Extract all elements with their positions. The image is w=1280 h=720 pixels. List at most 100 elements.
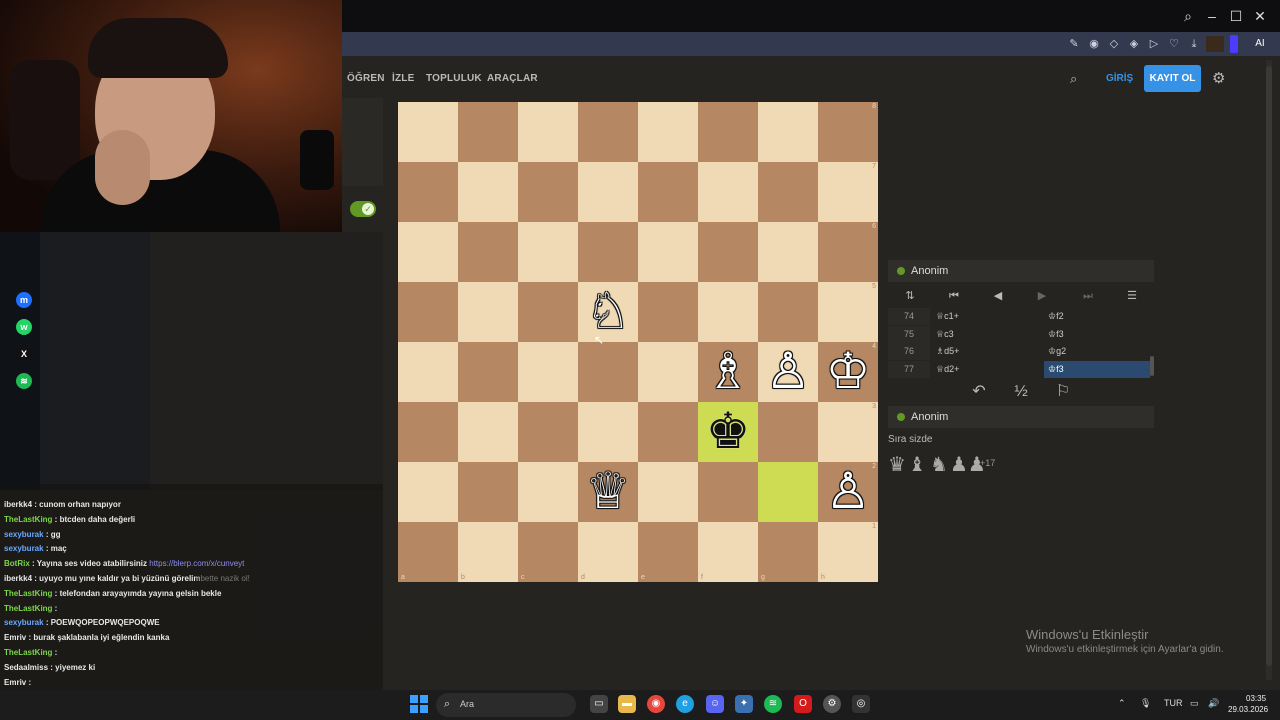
app-icon[interactable]: ✦ xyxy=(735,695,753,713)
shield-icon[interactable]: ◇ xyxy=(1106,36,1122,52)
next-move-icon[interactable]: ▶ xyxy=(1032,288,1052,304)
chess-board[interactable]: 8 7 6 ♘ 5 ♗ ♙ 4 ♔ ♚ 3 ♕ 2 ♙ a b c d e f g 1 h xyxy=(398,102,878,582)
square-a1[interactable]: a xyxy=(398,522,458,582)
square-c4[interactable] xyxy=(518,342,578,402)
maximize-icon[interactable]: ☐ xyxy=(1226,6,1246,26)
download-icon[interactable]: ⤓ xyxy=(1186,36,1202,52)
chess-piece[interactable]: ♔ xyxy=(818,342,878,402)
square-d7[interactable] xyxy=(578,162,638,222)
chat-username[interactable]: TheLastKing xyxy=(4,648,52,657)
search-icon[interactable]: ⌕ xyxy=(1070,71,1086,87)
square-e7[interactable] xyxy=(638,162,698,222)
chat-link[interactable]: https://blerp.com/x/cunveyt xyxy=(149,559,244,568)
settings-toggle[interactable]: ✓ xyxy=(350,201,376,217)
play-icon[interactable]: ▷ xyxy=(1146,36,1162,52)
move-white[interactable]: ♕d2+ xyxy=(936,361,1042,378)
move-white[interactable]: ♗d5+ xyxy=(936,343,1042,360)
chat-username[interactable]: Emriv xyxy=(4,633,26,642)
square-e3[interactable] xyxy=(638,402,698,462)
square-e4[interactable] xyxy=(638,342,698,402)
square-c1[interactable]: c xyxy=(518,522,578,582)
taskbar-date[interactable]: 29.03.2026 xyxy=(1228,705,1268,714)
square-f8[interactable] xyxy=(698,102,758,162)
square-f5[interactable] xyxy=(698,282,758,342)
spotify-icon[interactable]: ≋ xyxy=(16,373,32,389)
edge-icon[interactable]: e xyxy=(676,695,694,713)
square-c7[interactable] xyxy=(518,162,578,222)
page-scrollbar[interactable] xyxy=(1266,60,1272,680)
square-c3[interactable] xyxy=(518,402,578,462)
chat-username[interactable]: TheLastKing xyxy=(4,604,52,613)
chat-username[interactable]: TheLastKing xyxy=(4,589,52,598)
square-g2[interactable] xyxy=(758,462,818,522)
nav-link-community[interactable]: TOPLULUK xyxy=(426,73,482,84)
square-a8[interactable] xyxy=(398,102,458,162)
square-d8[interactable] xyxy=(578,102,638,162)
discord-icon[interactable]: ☺ xyxy=(706,695,724,713)
first-move-icon[interactable]: ⏮ xyxy=(944,288,964,304)
camera-icon[interactable]: ◉ xyxy=(1086,36,1102,52)
resign-flag-icon[interactable]: ⚐ xyxy=(1050,382,1076,402)
chat-username[interactable]: sexyburak xyxy=(4,530,44,539)
nav-link-tools[interactable]: ARAÇLAR xyxy=(487,73,538,84)
edit-icon[interactable]: ✎ xyxy=(1066,36,1082,52)
square-g8[interactable] xyxy=(758,102,818,162)
taskbar-time[interactable]: 03:35 xyxy=(1246,694,1266,703)
offer-draw-button[interactable]: ½ xyxy=(1008,382,1034,402)
search-icon[interactable]: ⌕ xyxy=(1178,6,1198,26)
square-g5[interactable] xyxy=(758,282,818,342)
bottom-player-name[interactable]: Anonim xyxy=(911,411,948,423)
square-b2[interactable] xyxy=(458,462,518,522)
square-c8[interactable] xyxy=(518,102,578,162)
opera-gx-icon[interactable]: O xyxy=(794,695,812,713)
square-f7[interactable] xyxy=(698,162,758,222)
square-d4[interactable] xyxy=(578,342,638,402)
chess-piece[interactable]: ♕ xyxy=(578,462,638,522)
network-icon[interactable]: ▭ xyxy=(1190,698,1199,709)
square-h1[interactable]: 1h xyxy=(818,522,878,582)
volume-icon[interactable]: 🔊 xyxy=(1208,698,1219,709)
square-b1[interactable]: b xyxy=(458,522,518,582)
prev-move-icon[interactable]: ◀ xyxy=(988,288,1008,304)
move-white[interactable]: ♕c3 xyxy=(936,326,1042,343)
square-c2[interactable] xyxy=(518,462,578,522)
close-icon[interactable]: ✕ xyxy=(1250,6,1270,26)
square-f4[interactable]: ♗ xyxy=(698,342,758,402)
move-black[interactable]: ♔g2 xyxy=(1044,343,1150,360)
square-g3[interactable] xyxy=(758,402,818,462)
chess-piece[interactable]: ♙ xyxy=(818,462,878,522)
spotify-icon[interactable]: ≋ xyxy=(764,695,782,713)
square-h2[interactable]: 2 ♙ xyxy=(818,462,878,522)
windows-start-icon[interactable] xyxy=(410,695,428,713)
minimize-icon[interactable]: – xyxy=(1202,6,1222,26)
chat-username[interactable]: sexyburak xyxy=(4,544,44,553)
chat-username[interactable]: BotRix xyxy=(4,559,30,568)
square-b3[interactable] xyxy=(458,402,518,462)
square-g4[interactable]: ♙ xyxy=(758,342,818,402)
square-d3[interactable] xyxy=(578,402,638,462)
square-d6[interactable] xyxy=(578,222,638,282)
square-b5[interactable] xyxy=(458,282,518,342)
chevron-up-icon[interactable]: ⌃ xyxy=(1118,698,1126,709)
square-e2[interactable] xyxy=(638,462,698,522)
square-f1[interactable]: f xyxy=(698,522,758,582)
square-d1[interactable]: d xyxy=(578,522,638,582)
microphone-icon[interactable]: 🎙 xyxy=(1140,698,1151,709)
square-e1[interactable]: e xyxy=(638,522,698,582)
square-a5[interactable] xyxy=(398,282,458,342)
square-b8[interactable] xyxy=(458,102,518,162)
square-c6[interactable] xyxy=(518,222,578,282)
square-b4[interactable] xyxy=(458,342,518,402)
square-g1[interactable]: g xyxy=(758,522,818,582)
menu-icon[interactable]: ☰ xyxy=(1122,288,1142,304)
chat-username[interactable]: Emriv xyxy=(4,678,26,687)
move-white[interactable]: ♕c1+ xyxy=(936,308,1042,325)
square-h3[interactable]: 3 xyxy=(818,402,878,462)
chess-piece[interactable]: ♘ xyxy=(578,282,638,342)
signup-button[interactable]: KAYIT OL xyxy=(1144,65,1201,92)
square-g7[interactable] xyxy=(758,162,818,222)
chess-piece[interactable]: ♚ xyxy=(698,402,758,462)
gear-icon[interactable]: ⚙ xyxy=(1212,70,1230,88)
square-b6[interactable] xyxy=(458,222,518,282)
task-view-icon[interactable]: ▭ xyxy=(590,695,608,713)
